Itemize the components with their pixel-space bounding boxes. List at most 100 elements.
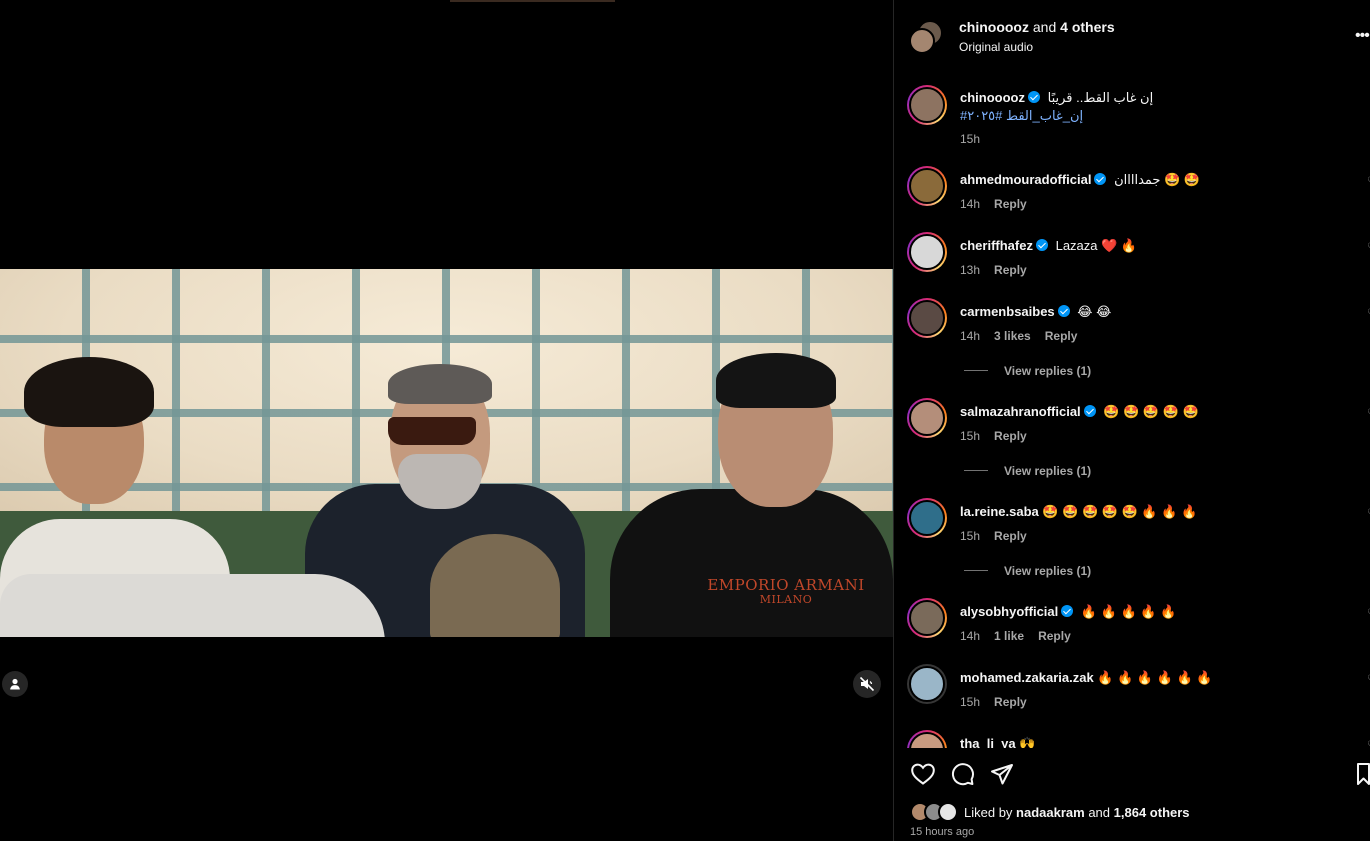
comment-meta: 13h Reply [960,263,1041,277]
view-replies-button[interactable]: View replies (1) [964,464,1091,478]
video-frame[interactable]: EMPORIO ARMANI MILANO [0,269,893,637]
reply-button[interactable]: Reply [994,263,1027,277]
comment-meta: 14h 1 like Reply [960,629,1085,643]
comment-text: جمداااان 🤩 🤩 [1114,172,1201,187]
reply-button[interactable]: Reply [994,529,1027,543]
verified-badge-icon [1061,605,1074,617]
post-media[interactable]: EMPORIO ARMANI MILANO [0,0,893,841]
comment-avatar[interactable] [907,664,947,704]
comment-user[interactable]: salmazahranofficial [960,404,1081,419]
comment-time: 13h [960,263,981,277]
comment-text: 🤩 🤩 🤩 🤩 🤩 [1103,404,1199,419]
more-options-button[interactable]: ••• [1355,27,1370,45]
user-tag-icon [10,678,20,690]
verified-badge-icon [1035,239,1048,251]
more-dots-icon: ••• [1355,27,1370,44]
comment-text: 🔥 🔥 🔥 🔥 🔥 🔥 [1097,670,1213,685]
reply-button[interactable]: Reply [1038,629,1071,643]
liked-avatar-3 [938,802,958,822]
comment-user[interactable]: mohamed.zakaria.zak [960,670,1094,685]
save-button[interactable] [1356,762,1370,791]
comment-time: 15h [960,695,981,709]
collab-others[interactable]: 4 others [1060,19,1114,35]
liked-by-avatars[interactable] [910,802,960,824]
comment-user[interactable]: cheriffhafez [960,238,1033,253]
collab-avatar-1 [909,28,935,54]
comment-avatar[interactable] [907,166,947,206]
man-black-tshirt [610,489,893,637]
comment-text: 🙌 [1019,736,1036,748]
collab-connector: and [1032,19,1057,35]
comment-meta: 14h Reply [960,197,1041,211]
comment-line: mohamed.zakaria.zak 🔥 🔥 🔥 🔥 🔥 🔥 [960,670,1213,686]
comment-user[interactable]: la.reine.saba [960,504,1039,519]
man-black-tshirt-hair [716,353,836,408]
comment-line: cheriffhafez Lazaza ❤️ 🔥 [960,238,1137,254]
shirt-logo: EMPORIO ARMANI MILANO [707,576,865,606]
view-replies-button[interactable]: View replies (1) [964,364,1091,378]
caption-line: chinooooz إن غاب القط.. قريبًا [960,90,1153,106]
comment-meta: 15h Reply [960,695,1041,709]
post-author[interactable]: chinooooz [959,19,1029,35]
caption-hashtags[interactable]: #إن_غاب_القط #٢٠٢٥ [960,108,1083,124]
caption-author-avatar[interactable] [907,85,947,125]
comment-text: 🔥 🔥 🔥 🔥 🔥 [1080,604,1177,619]
comment-avatar[interactable] [907,298,947,338]
comment-time: 15h [960,429,981,443]
verified-badge-icon [1028,91,1040,103]
comment-time: 14h [960,197,981,211]
collab-avatar-stack[interactable] [909,20,943,54]
post-author-line[interactable]: chinooooz and 4 others [959,19,1115,35]
muted-speaker-icon [859,676,875,692]
audio-label[interactable]: Original audio [959,40,1033,54]
comment-likes[interactable]: 3 likes [994,329,1031,343]
comment-avatar[interactable] [907,598,947,638]
comment-time: 15h [960,529,981,543]
comments-list[interactable]: chinooooz إن غاب القط.. قريبًا #إن_غاب_ا… [894,68,1370,748]
liked-by-user[interactable]: nadaakram [1016,805,1085,820]
comment-user[interactable]: alysobhyofficial [960,604,1058,619]
tagged-users-button[interactable] [2,671,28,697]
comment-text: Lazaza ❤️ 🔥 [1055,238,1138,253]
comment-button[interactable] [951,762,975,791]
young-man-hair [24,357,154,427]
comment-line: la.reine.saba 🤩 🤩 🤩 🤩 🤩 🔥 🔥 🔥 [960,504,1197,520]
comment-user[interactable]: tha_li_ya [960,736,1016,748]
verified-badge-icon [1057,305,1070,317]
bookmark-icon [1357,763,1370,785]
comment-meta: 15h Reply [960,429,1041,443]
reply-button[interactable]: Reply [1045,329,1078,343]
reply-button[interactable]: Reply [994,197,1027,211]
comment-meta: 15h Reply [960,529,1041,543]
comment-avatar[interactable] [907,730,947,748]
liked-by-prefix: Liked by [964,805,1013,820]
comment-time: 14h [960,329,981,343]
monkey [430,534,560,637]
comment-avatar[interactable] [907,398,947,438]
comment-user[interactable]: carmenbsaibes [960,304,1055,319]
comment-avatar[interactable] [907,232,947,272]
reply-button[interactable]: Reply [994,695,1027,709]
caption-text: إن غاب القط.. قريبًا [1047,90,1154,105]
share-button[interactable] [990,762,1014,791]
caption-author[interactable]: chinooooz [960,90,1025,105]
comment-line: salmazahranofficial 🤩 🤩 🤩 🤩 🤩 [960,404,1199,420]
comment-meta: 14h 3 likes Reply [960,329,1091,343]
comment-likes[interactable]: 1 like [994,629,1024,643]
comment-avatar[interactable] [907,498,947,538]
comment-text: 😂 😂 [1077,304,1112,319]
liked-by-others[interactable]: 1,864 others [1114,805,1190,820]
view-replies-line [964,570,988,571]
view-replies-button[interactable]: View replies (1) [964,564,1091,578]
comment-user[interactable]: ahmedmouradofficial [960,172,1091,187]
video-top-edge [450,0,615,2]
post-actions: Liked by nadaakram and 1,864 others 15 h… [894,748,1370,841]
comment-time: 14h [960,629,981,643]
liked-by-line: Liked by nadaakram and 1,864 others [964,805,1190,820]
like-button[interactable] [910,762,936,791]
post-side-panel: chinooooz and 4 others Original audio ••… [893,0,1370,841]
mute-toggle-button[interactable] [853,670,881,698]
reply-button[interactable]: Reply [994,429,1027,443]
post-timestamp[interactable]: 15 hours ago [910,826,974,838]
liked-by-and: and [1088,805,1111,820]
